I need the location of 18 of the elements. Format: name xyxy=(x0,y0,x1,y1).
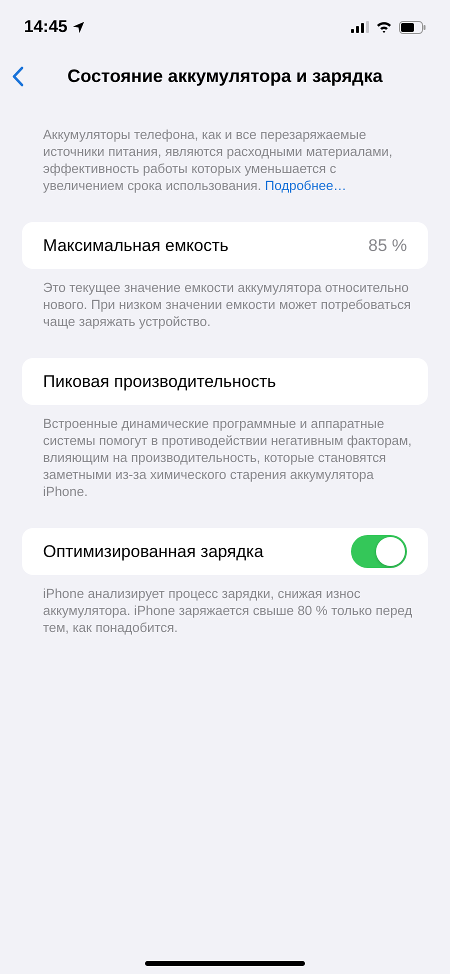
row-label: Пиковая производительность xyxy=(43,372,278,392)
more-link[interactable]: Подробнее… xyxy=(264,178,346,193)
location-arrow-icon xyxy=(72,20,86,34)
page-title: Состояние аккумулятора и зарядка xyxy=(66,66,384,86)
row-label: Максимальная емкость xyxy=(43,236,230,256)
section-footer: iPhone анализирует процесс зарядки, снижая износ аккумулятора. iPhone заряжается свыше 80 % только перед тем, как понадобится. xyxy=(43,585,416,636)
section-footer: Встроенные динамические программные и аппаратные системы помогут в противодействии негативным факторам, влияющим на производительность, которые становятся заметными из-за химического старения аккумулятора iPhone. xyxy=(43,415,416,500)
signal-icon xyxy=(351,21,369,33)
settings-row[interactable]: Максимальная емкость 85 % xyxy=(22,222,428,269)
settings-row[interactable]: Пиковая производительность xyxy=(22,358,428,405)
wifi-icon xyxy=(376,21,392,33)
battery-icon xyxy=(399,20,426,34)
row-label: Оптимизированная зарядка xyxy=(43,542,264,562)
intro-text: Аккумуляторы телефона, как и все перезаряжаемые источники питания, являются расходными материалами, эффективность работы которых уменьшается с увеличением срока использования. Подробнее… xyxy=(43,126,394,194)
status-time: 14:45 xyxy=(24,17,68,37)
row-value: 85 % xyxy=(368,236,407,256)
section-footer: Это текущее значение емкости аккумулятора относительно нового. При низком значении емкости может потребоваться чаще заряжать устройство. xyxy=(43,279,416,330)
toggle-switch[interactable] xyxy=(351,535,407,568)
